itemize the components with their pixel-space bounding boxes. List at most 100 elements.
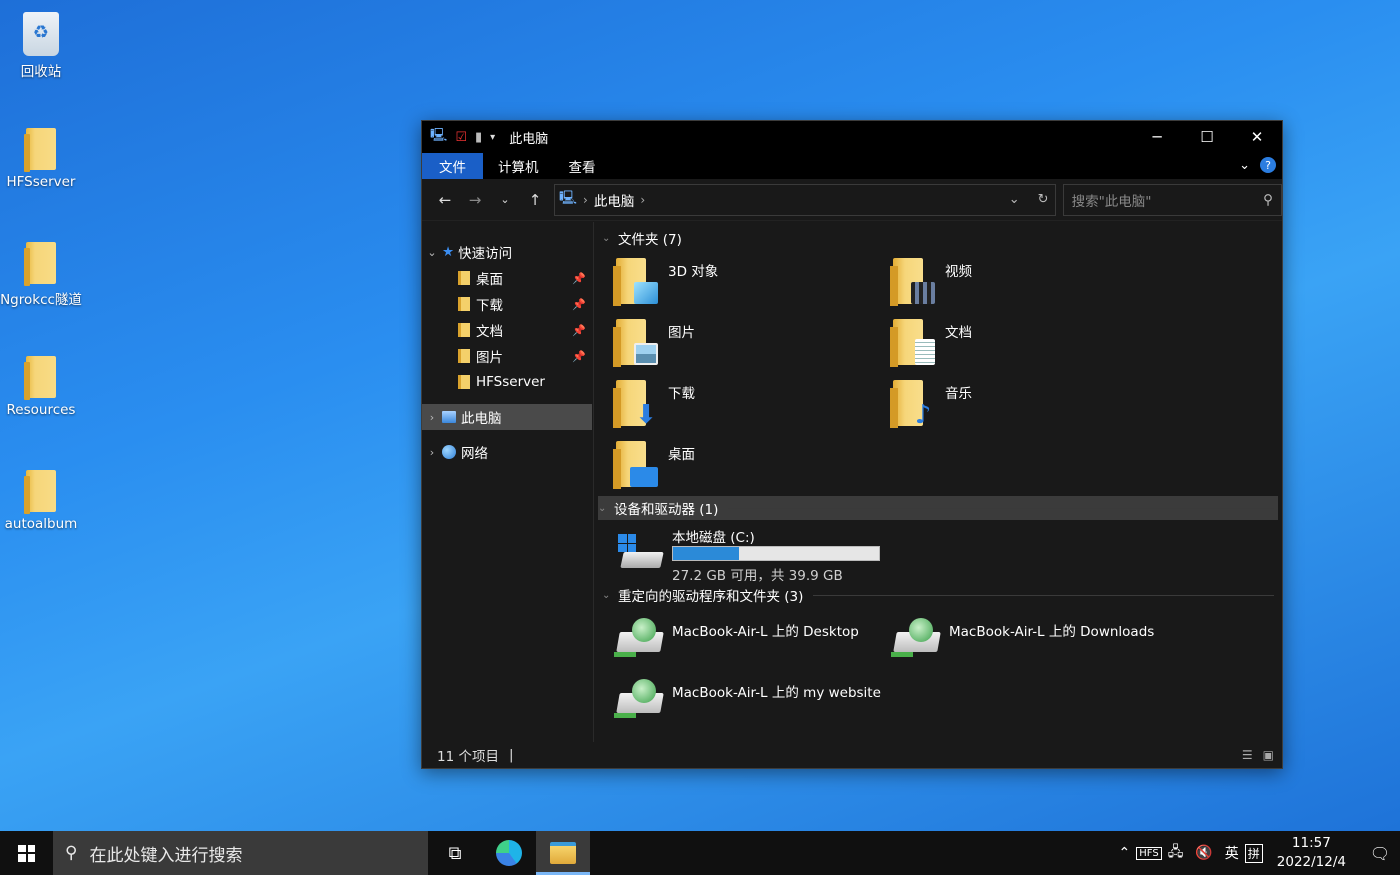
details-view-icon[interactable]: ☰ [1242,748,1253,762]
file-explorer-icon [550,842,576,864]
sidebar-item-hfsserver[interactable]: HFSserver [422,369,592,395]
sidebar-item-network[interactable]: › 网络 [422,439,592,465]
minimize-button[interactable]: ─ [1132,121,1182,153]
up-button[interactable]: ↑ [520,191,550,209]
content-pane: ⌄ 文件夹 (7) 3D 对象 视频 图片 文档 ⬇ 下载 ♪ 音乐 桌面 ⌄ … [594,222,1282,742]
maximize-button[interactable]: ☐ [1182,121,1232,153]
sidebar-item-label: 快速访问 [458,246,513,262]
star-icon: ★ [442,244,455,260]
group-header-folders[interactable]: ⌄ 文件夹 (7) [602,226,1278,250]
ime-mode-indicator[interactable]: 拼 [1244,843,1263,863]
clock[interactable]: 11:57 2022/12/4 [1263,834,1360,872]
group-header-redirected[interactable]: ⌄ 重定向的驱动程序和文件夹 (3) [602,583,1278,607]
clock-date: 2022/12/4 [1276,854,1346,870]
folder-videos[interactable]: 视频 [871,256,1131,312]
large-icons-view-icon[interactable]: ▣ [1263,748,1274,762]
refresh-icon[interactable]: ↻ [1038,192,1049,207]
new-folder-icon[interactable]: ▮ [475,130,482,145]
tab-file[interactable]: 文件 [422,153,483,179]
taskbar-search-box[interactable]: ⚲ 在此处键入进行搜索 [53,831,428,875]
volume-muted-icon[interactable]: 🔇 [1189,845,1218,861]
sidebar-item-documents[interactable]: 文档 📌 [422,317,592,343]
folder-music[interactable]: ♪ 音乐 [871,378,1131,434]
folder-documents[interactable]: 文档 [871,317,1131,373]
breadcrumb-separator-icon[interactable]: › [583,193,588,207]
forward-button[interactable]: → [460,191,490,209]
input-language-indicator[interactable]: 英 [1219,843,1245,863]
chevron-down-icon[interactable]: ⌄ [598,503,614,514]
sidebar-item-quick-access[interactable]: ⌄ ★ 快速访问 [422,239,592,265]
task-view-button[interactable]: ⧉ [428,831,482,875]
tab-computer[interactable]: 计算机 [483,153,554,179]
desktop-icon-autoalbum[interactable]: autoalbum [0,462,82,532]
pin-icon: 📌 [572,297,586,311]
folder-name: 音乐 [945,386,972,402]
sidebar-item-pictures[interactable]: 图片 📌 [422,343,592,369]
sidebar-item-label: 网络 [461,446,488,462]
pin-icon: 📌 [572,323,586,337]
tab-view[interactable]: 查看 [554,153,611,179]
desktop-icon-label: HFSserver [6,174,76,190]
this-pc-icon: 🖳 [559,190,578,206]
folder-icon [458,375,470,389]
title-bar: 🖳 ☑ ▮ ▾ 此电脑 ─ ☐ ✕ [422,121,1282,153]
close-button[interactable]: ✕ [1232,121,1282,153]
desktop-icon-recycle-bin[interactable]: 回收站 [0,6,82,80]
document-page-icon [915,339,935,365]
start-button[interactable] [0,831,53,875]
sidebar-item-downloads[interactable]: 下载 📌 [422,291,592,317]
taskbar-file-explorer[interactable] [536,831,590,875]
redirected-drive-downloads[interactable]: MacBook-Air-L 上的 Downloads [873,616,1154,668]
properties-icon[interactable]: ☑ [455,130,467,145]
quick-access-toolbar-dropdown-icon[interactable]: ▾ [490,132,495,143]
sidebar-item-label: 桌面 [476,272,503,288]
drive-c[interactable]: 本地磁盘 (C:) 27.2 GB 可用，共 39.9 GB [614,524,914,584]
file-explorer-window: 🖳 ☑ ▮ ▾ 此电脑 ─ ☐ ✕ 文件 计算机 查看 ⌄ ? ← → ⌄ ↑ … [421,120,1283,769]
expand-ribbon-icon[interactable]: ⌄ [1239,158,1250,173]
desktop-icon-hfsserver[interactable]: HFSserver [0,120,82,190]
address-bar[interactable]: 🖳 › 此电脑 › ⌄ ↻ [554,183,1056,216]
address-dropdown-icon[interactable]: ⌄ [1009,192,1020,207]
chevron-right-icon[interactable]: › [422,411,442,424]
folder-name: 下载 [668,386,695,402]
search-icon: ⚲ [1263,191,1273,208]
folder-desktop[interactable]: 桌面 [594,439,854,495]
landscape-picture-icon [634,343,658,365]
recycle-bin-icon [23,12,59,56]
redirected-drive-desktop[interactable]: MacBook-Air-L 上的 Desktop [596,616,859,668]
folder-downloads[interactable]: ⬇ 下载 [594,378,854,434]
recent-locations-icon[interactable]: ⌄ [490,193,520,206]
chevron-right-icon[interactable]: › [422,446,442,459]
folder-3d-objects[interactable]: 3D 对象 [594,256,854,312]
folder-pictures[interactable]: 图片 [594,317,854,373]
notification-center-icon[interactable]: 🗨 [1360,844,1400,863]
chevron-down-icon[interactable]: ⌄ [602,590,618,601]
chevron-down-icon[interactable]: ⌄ [422,246,442,259]
drive-name: 本地磁盘 (C:) [672,530,755,546]
edge-browser-icon [496,840,522,866]
show-hidden-icons-icon[interactable]: ⌃ [1113,845,1137,861]
folder-icon [24,242,56,286]
drive-usage-fill [673,547,739,560]
network-status-icon[interactable]: 🖧 [1162,841,1190,865]
address-row: ← → ⌄ ↑ 🖳 › 此电脑 › ⌄ ↻ 搜索"此电脑" ⚲ [422,179,1282,221]
redirected-drive-my-website[interactable]: MacBook-Air-L 上的 my website [596,677,881,729]
desktop-icon-resources[interactable]: Resources [0,348,82,418]
group-header-devices[interactable]: ⌄ 设备和驱动器 (1) [598,496,1278,520]
taskbar-edge[interactable] [482,831,536,875]
documents-folder-icon [458,323,470,337]
sidebar-item-desktop[interactable]: 桌面 📌 [422,265,592,291]
sidebar-item-this-pc[interactable]: › 此电脑 [422,404,592,430]
search-input[interactable]: 搜索"此电脑" ⚲ [1062,183,1282,216]
chevron-down-icon[interactable]: ⌄ [602,233,618,244]
hfs-tray-icon[interactable]: HFS [1136,846,1162,860]
breadcrumb-separator-icon[interactable]: › [640,193,645,207]
desktop-icon-label: autoalbum [4,516,78,532]
status-bar: 11 个项目 | ☰ ▣ [422,742,1282,768]
desktop-icon-ngrokcc[interactable]: Ngrokcc隧道 [0,234,82,308]
help-icon[interactable]: ? [1260,157,1276,173]
breadcrumb-this-pc[interactable]: 此电脑 [594,190,635,210]
music-note-icon: ♪ [914,400,932,430]
back-button[interactable]: ← [430,191,460,209]
search-placeholder: 搜索"此电脑" [1071,193,1152,210]
